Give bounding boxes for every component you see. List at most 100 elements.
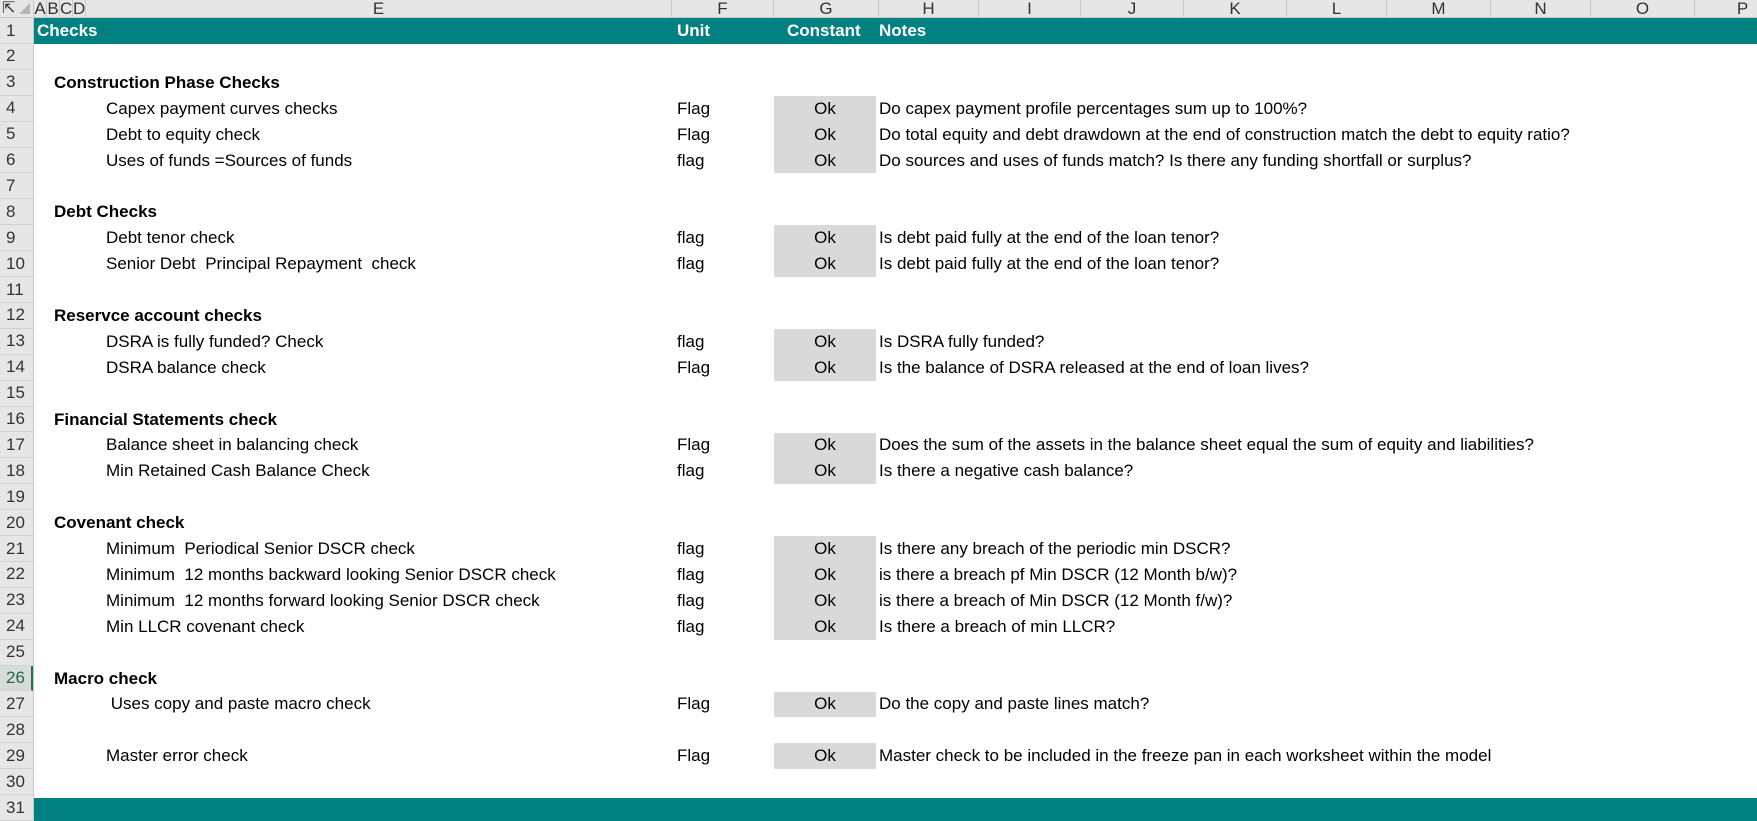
- unit-cell[interactable]: flag: [677, 225, 704, 251]
- row-header-5[interactable]: 5: [0, 122, 33, 148]
- note-cell[interactable]: Is there a negative cash balance?: [879, 458, 1133, 484]
- column-header-o[interactable]: O: [1591, 0, 1695, 17]
- check-label[interactable]: DSRA is fully funded? Check: [106, 329, 323, 355]
- column-header-i[interactable]: I: [979, 0, 1081, 17]
- unit-cell[interactable]: Flag: [677, 96, 710, 122]
- row-header-25[interactable]: 25: [0, 640, 33, 666]
- row-header-29[interactable]: 29: [0, 743, 33, 770]
- check-label[interactable]: Minimum 12 months forward looking Senior…: [106, 588, 540, 614]
- check-label[interactable]: Minimum 12 months backward looking Senio…: [106, 562, 556, 588]
- status-cell[interactable]: Ok: [774, 251, 876, 278]
- status-cell[interactable]: Ok: [774, 458, 876, 485]
- unit-cell[interactable]: flag: [677, 614, 704, 640]
- note-cell[interactable]: Is DSRA fully funded?: [879, 329, 1044, 355]
- unit-cell[interactable]: flag: [677, 148, 704, 174]
- row-header-27[interactable]: 27: [0, 692, 33, 718]
- row-header-14[interactable]: 14: [0, 355, 33, 381]
- section-title[interactable]: Covenant check: [54, 510, 184, 536]
- status-cell[interactable]: Ok: [774, 432, 876, 459]
- note-cell[interactable]: Is debt paid fully at the end of the loa…: [879, 251, 1219, 277]
- status-cell[interactable]: Ok: [774, 95, 876, 122]
- status-cell[interactable]: Ok: [774, 328, 876, 355]
- column-header-l[interactable]: L: [1287, 0, 1387, 17]
- row-header-20[interactable]: 20: [0, 510, 33, 537]
- unit-cell[interactable]: flag: [677, 536, 704, 562]
- row-header-24[interactable]: 24: [0, 614, 33, 640]
- column-header-h[interactable]: H: [879, 0, 979, 17]
- row-header-4[interactable]: 4: [0, 96, 33, 122]
- column-header-k[interactable]: K: [1184, 0, 1287, 17]
- note-cell[interactable]: Do total equity and debt drawdown at the…: [879, 122, 1570, 148]
- status-cell[interactable]: Ok: [774, 743, 876, 770]
- row-header-12[interactable]: 12: [0, 303, 33, 329]
- column-header-c[interactable]: C: [60, 0, 73, 17]
- column-header-n[interactable]: N: [1491, 0, 1591, 17]
- row-header-31[interactable]: 31: [0, 795, 33, 821]
- row-header-19[interactable]: 19: [0, 484, 33, 511]
- unit-cell[interactable]: flag: [677, 588, 704, 614]
- check-label[interactable]: Debt to equity check: [106, 122, 260, 148]
- status-cell[interactable]: Ok: [774, 587, 876, 614]
- unit-cell[interactable]: flag: [677, 562, 704, 588]
- status-cell[interactable]: Ok: [774, 536, 876, 562]
- check-label[interactable]: Uses of funds =Sources of funds: [106, 148, 352, 174]
- row-header-21[interactable]: 21: [0, 536, 33, 562]
- row-header-26[interactable]: 26: [0, 665, 33, 692]
- check-label[interactable]: Capex payment curves checks: [106, 96, 338, 122]
- row-header-18[interactable]: 18: [0, 458, 33, 485]
- unit-cell[interactable]: flag: [677, 251, 704, 277]
- row-header-17[interactable]: 17: [0, 433, 33, 459]
- column-header-f[interactable]: F: [672, 0, 774, 17]
- status-cell[interactable]: Ok: [774, 691, 876, 718]
- note-cell[interactable]: is there a breach of Min DSCR (12 Month …: [879, 588, 1232, 614]
- row-header-3[interactable]: 3: [0, 70, 33, 96]
- check-label[interactable]: Balance sheet in balancing check: [106, 433, 358, 459]
- column-header-m[interactable]: M: [1387, 0, 1491, 17]
- row-header-15[interactable]: 15: [0, 381, 33, 407]
- row-header-23[interactable]: 23: [0, 588, 33, 614]
- row-header-2[interactable]: 2: [0, 44, 33, 70]
- status-cell[interactable]: Ok: [774, 225, 876, 252]
- select-all-corner[interactable]: ⇱: [0, 0, 34, 18]
- row-header-7[interactable]: 7: [0, 174, 33, 200]
- row-header-1[interactable]: 1: [0, 18, 33, 44]
- column-header-p[interactable]: P: [1695, 0, 1757, 17]
- check-label[interactable]: Uses copy and paste macro check: [106, 692, 371, 718]
- note-cell[interactable]: Do capex payment profile percentages sum…: [879, 96, 1307, 122]
- note-cell[interactable]: Master check to be included in the freez…: [879, 743, 1491, 769]
- unit-cell[interactable]: Flag: [677, 743, 710, 769]
- check-label[interactable]: Master error check: [106, 743, 248, 769]
- unit-cell[interactable]: flag: [677, 329, 704, 355]
- unit-cell[interactable]: Flag: [677, 692, 710, 718]
- row-header-6[interactable]: 6: [0, 148, 33, 174]
- row-header-16[interactable]: 16: [0, 407, 33, 433]
- note-cell[interactable]: Is there any breach of the periodic min …: [879, 536, 1231, 562]
- check-label[interactable]: Senior Debt Principal Repayment check: [106, 251, 416, 277]
- column-header-a[interactable]: A: [34, 0, 47, 17]
- row-header-9[interactable]: 9: [0, 225, 33, 252]
- column-header-g[interactable]: G: [774, 0, 879, 17]
- column-header-d[interactable]: D: [73, 0, 86, 17]
- column-header-e[interactable]: E: [86, 0, 672, 17]
- check-label[interactable]: Debt tenor check: [106, 225, 235, 251]
- unit-cell[interactable]: Flag: [677, 433, 710, 459]
- check-label[interactable]: DSRA balance check: [106, 355, 266, 381]
- row-header-28[interactable]: 28: [0, 717, 33, 744]
- note-cell[interactable]: Do the copy and paste lines match?: [879, 692, 1149, 718]
- unit-cell[interactable]: flag: [677, 458, 704, 484]
- section-title[interactable]: Construction Phase Checks: [54, 70, 280, 96]
- section-title[interactable]: Reservce account checks: [54, 303, 262, 329]
- note-cell[interactable]: Is debt paid fully at the end of the loa…: [879, 225, 1219, 251]
- check-label[interactable]: Min Retained Cash Balance Check: [106, 458, 370, 484]
- status-cell[interactable]: Ok: [774, 613, 876, 640]
- row-header-10[interactable]: 10: [0, 251, 33, 278]
- row-header-22[interactable]: 22: [0, 562, 33, 588]
- unit-cell[interactable]: Flag: [677, 122, 710, 148]
- status-cell[interactable]: Ok: [774, 354, 876, 381]
- sheet-grid[interactable]: Checks Unit Constant Notes Construction …: [34, 18, 1757, 821]
- section-title[interactable]: Financial Statements check: [54, 407, 277, 433]
- row-header-8[interactable]: 8: [0, 199, 33, 226]
- status-cell[interactable]: Ok: [774, 562, 876, 588]
- note-cell[interactable]: is there a breach pf Min DSCR (12 Month …: [879, 562, 1237, 588]
- status-cell[interactable]: Ok: [774, 121, 876, 148]
